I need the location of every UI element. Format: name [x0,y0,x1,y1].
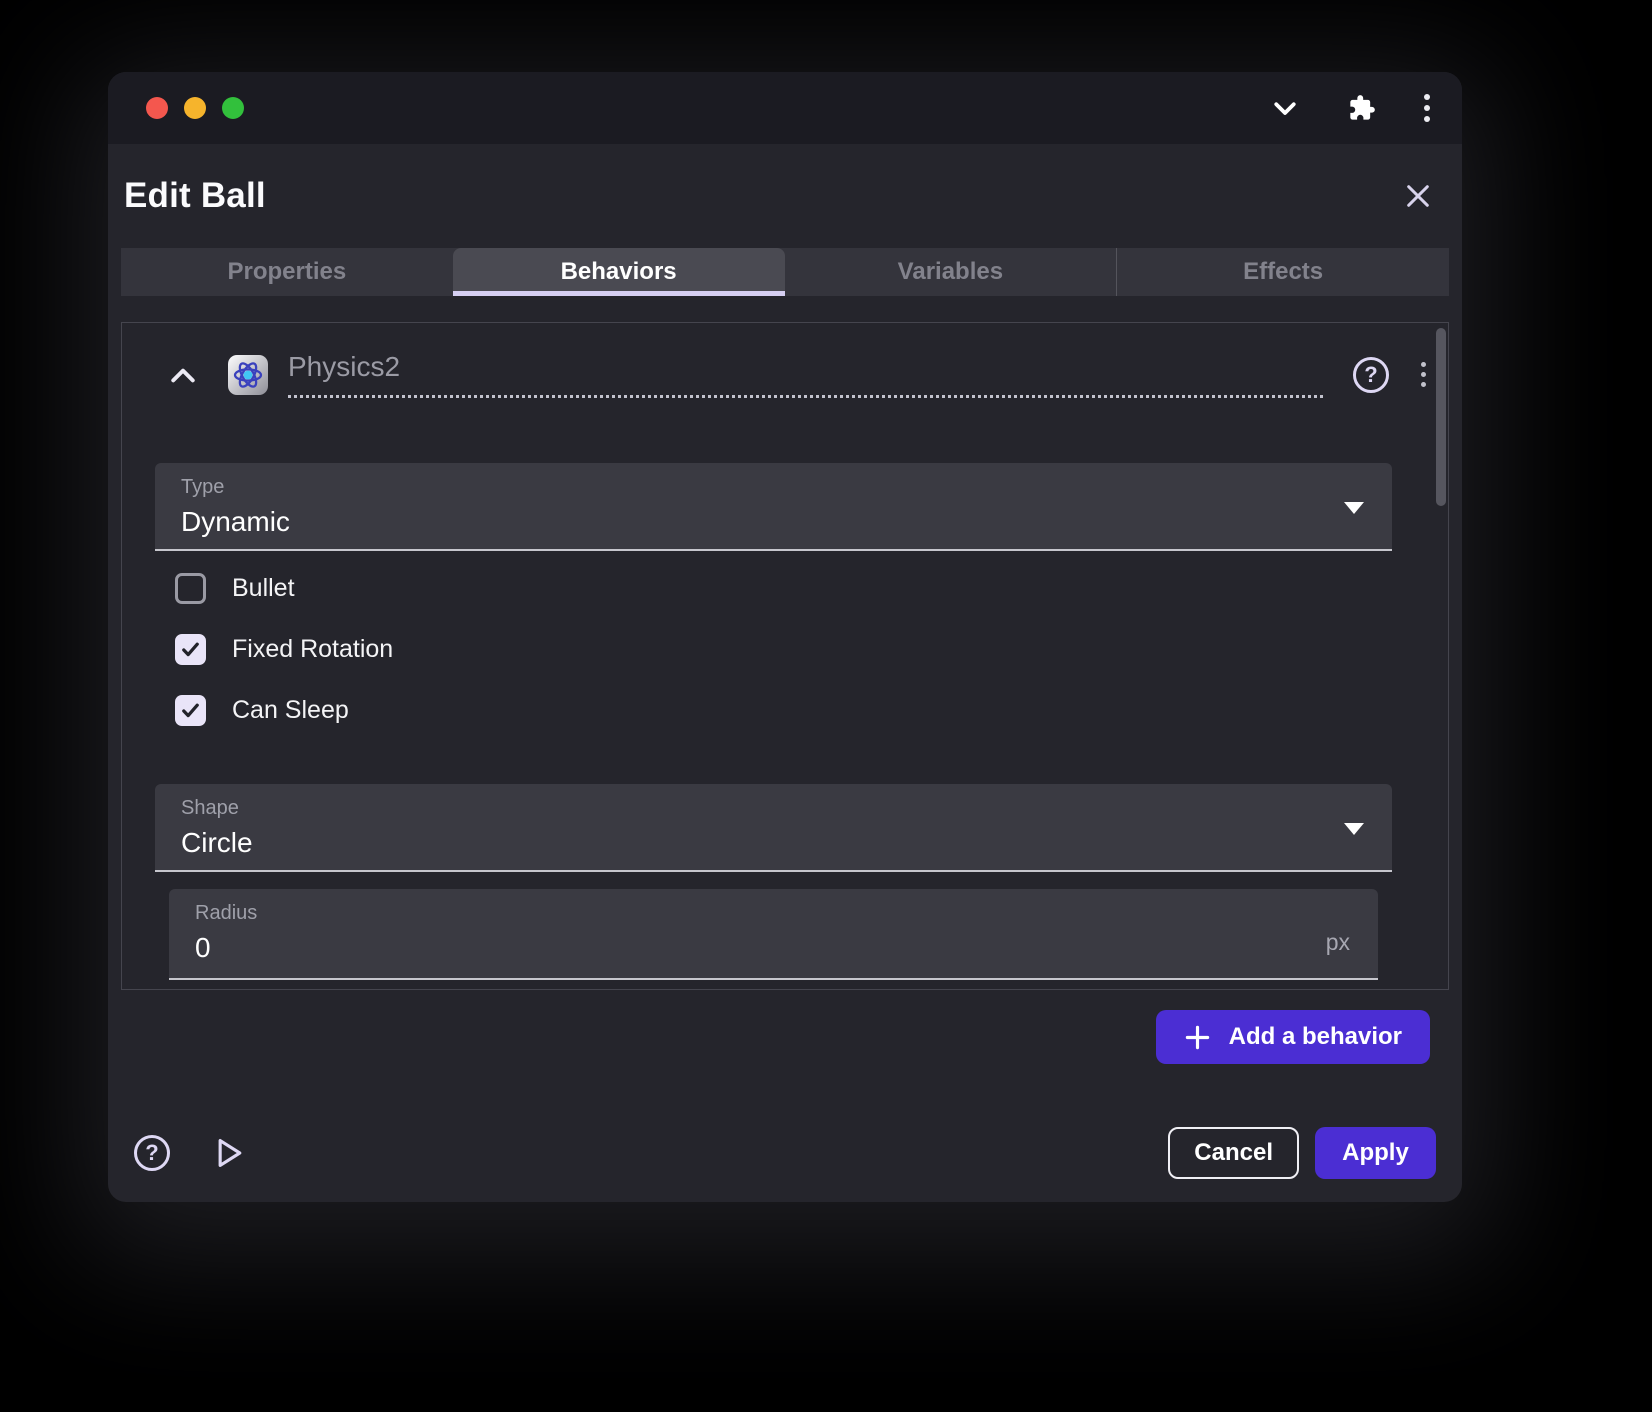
checkmark-icon [179,638,202,661]
fixed-rotation-checkbox[interactable] [175,634,206,665]
add-behavior-label: Add a behavior [1229,1023,1402,1051]
checkmark-icon [179,699,202,722]
dropdown-arrow-icon [1344,502,1364,514]
type-label: Type [181,476,1366,499]
type-select[interactable]: Type Dynamic [155,463,1392,551]
window-titlebar [108,72,1462,144]
shape-value: Circle [181,827,1366,859]
radius-input[interactable]: Radius 0 px [169,889,1378,980]
shape-select[interactable]: Shape Circle [155,784,1392,872]
behaviors-panel: Physics2 ? Type Dynamic Bullet Fixed Rot… [121,322,1449,990]
dialog-footer: ? Cancel Apply [108,1104,1462,1202]
behavior-name-field[interactable]: Physics2 [288,351,1323,398]
edit-ball-dialog-window: Edit Ball Properties Behaviors Variables… [108,72,1462,1202]
tab-variables[interactable]: Variables [785,248,1117,296]
chevron-up-icon[interactable] [166,362,200,388]
page-title: Edit Ball [124,176,266,216]
can-sleep-checkbox-label: Can Sleep [232,696,349,725]
play-icon[interactable] [212,1136,244,1170]
bullet-checkbox[interactable] [175,573,206,604]
bullet-checkbox-label: Bullet [232,574,295,603]
puzzle-extension-icon[interactable] [1348,94,1376,122]
cancel-button[interactable]: Cancel [1168,1127,1299,1179]
radius-value: 0 [195,932,1352,964]
close-window-button[interactable] [146,97,168,119]
dialog-header: Edit Ball [108,144,1462,248]
fixed-rotation-checkbox-label: Fixed Rotation [232,635,393,664]
minimize-window-button[interactable] [184,97,206,119]
chevron-down-icon[interactable] [1270,93,1300,123]
close-dialog-icon[interactable] [1402,180,1434,212]
traffic-lights [146,97,244,119]
can-sleep-checkbox-row[interactable]: Can Sleep [175,695,349,726]
behavior-help-icon[interactable]: ? [1353,357,1389,393]
dropdown-arrow-icon [1344,823,1364,835]
help-icon[interactable]: ? [134,1135,170,1171]
apply-button[interactable]: Apply [1315,1127,1436,1179]
plus-icon [1184,1024,1211,1051]
shape-label: Shape [181,797,1366,820]
radius-label: Radius [195,902,1352,925]
tab-bar: Properties Behaviors Variables Effects [121,248,1449,296]
scrollbar-thumb[interactable] [1436,328,1446,506]
kebab-menu-icon[interactable] [1424,94,1430,122]
maximize-window-button[interactable] [222,97,244,119]
behavior-item-header: Physics2 ? [166,351,1430,398]
tab-properties[interactable]: Properties [121,248,453,296]
fixed-rotation-checkbox-row[interactable]: Fixed Rotation [175,634,393,665]
type-value: Dynamic [181,506,1366,538]
can-sleep-checkbox[interactable] [175,695,206,726]
add-behavior-button[interactable]: Add a behavior [1156,1010,1430,1064]
atom-icon [228,355,268,395]
bullet-checkbox-row[interactable]: Bullet [175,573,295,604]
tab-effects[interactable]: Effects [1116,248,1449,296]
tab-behaviors[interactable]: Behaviors [453,248,785,296]
behavior-options-kebab-icon[interactable] [1417,358,1430,391]
radius-unit: px [1326,929,1350,956]
